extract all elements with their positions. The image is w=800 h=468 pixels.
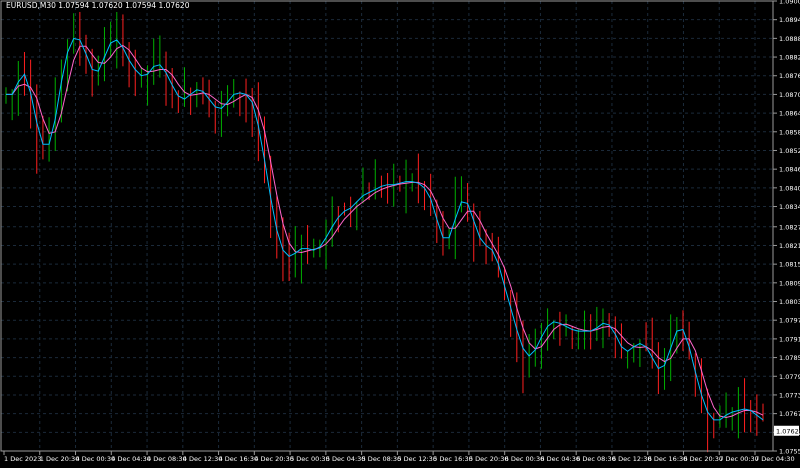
price-tick-label: 1.08275 [779,223,800,231]
price-tick-label: 1.07915 [779,335,800,343]
time-tick-label: 4 Dec 20:30 [254,455,294,463]
price-tick-label: 1.08760 [779,72,800,80]
time-tick-label: 6 Dec 08:30 [576,455,616,463]
time-tick-label: 4 Dec 00:30 [76,455,116,463]
price-chart[interactable]: 1.09000 1.08940 1.08880 1.08820 1.08760 1.087… [0,0,800,464]
time-tick-label: 4 Dec 12:30 [183,455,223,463]
price-tick-label: 1.08400 [779,184,800,192]
price-tick-label: 1.08880 [779,35,800,43]
price-tick-label: 1.08940 [779,16,800,24]
price-tick-label: 1.08580 [779,128,800,136]
price-tick-label: 1.08700 [779,91,800,99]
time-tick-label: 5 Dec 08:30 [362,455,402,463]
time-tick-label: 5 Dec 00:30 [290,455,330,463]
price-tick-label: 1.08520 [779,147,800,155]
price-tick-label: 1.07975 [779,317,800,325]
price-tick-label: 1.09000 [779,0,800,6]
price-tag-label: 1.07620 [776,427,800,435]
symbol-info-label: EURUSD,M30 1.07594 1.07620 1.07594 1.076… [6,1,189,10]
price-tick-label: 1.08640 [779,110,800,118]
price-tick-label: 1.07795 [779,373,800,381]
ohlc-values: 1.07594 1.07620 1.07594 1.07620 [58,1,190,10]
price-tick-label: 1.08820 [779,54,800,62]
time-tick-label: 5 Dec 20:30 [469,455,509,463]
price-tick-label: 1.08035 [779,298,800,306]
price-tick-label: 1.08155 [779,261,800,269]
time-tick-label: 6 Dec 00:30 [505,455,545,463]
price-tick-label: 1.08095 [779,279,800,287]
price-tick-label: 1.08215 [779,242,800,250]
time-tick-label: 4 Dec 16:30 [219,455,259,463]
time-tick-label: 6 Dec 20:30 [683,455,723,463]
time-tick-label: 1 Dec 2023 [4,455,41,463]
price-tick-label: 1.07675 [779,410,800,418]
time-tick-label: 7 Dec 04:30 [755,455,795,463]
time-tick-label: 7 Dec 00:30 [719,455,759,463]
price-tick-label: 1.07855 [779,354,800,362]
time-tick-label: 6 Dec 12:30 [612,455,652,463]
time-tick-label: 6 Dec 04:30 [540,455,580,463]
chart-background [0,0,800,464]
time-tick-label: 1 Dec 20:30 [40,455,80,463]
time-tick-label: 5 Dec 16:30 [433,455,473,463]
time-tick-label: 6 Dec 16:30 [648,455,688,463]
time-tick-label: 5 Dec 12:30 [397,455,437,463]
candlestick-chart[interactable]: 1.09000 1.08940 1.08880 1.08820 1.08760 1.087… [0,0,800,464]
time-tick-label: 4 Dec 08:30 [147,455,187,463]
symbol-timeframe: EURUSD,M30 [6,1,56,10]
price-tick-label: 1.08340 [779,203,800,211]
time-tick-label: 4 Dec 04:30 [111,455,151,463]
current-price-tag: 1.07620 [774,425,800,436]
price-tick-label: 1.07735 [779,391,800,399]
price-tick-label: 1.08460 [779,166,800,174]
time-tick-label: 5 Dec 04:30 [326,455,366,463]
